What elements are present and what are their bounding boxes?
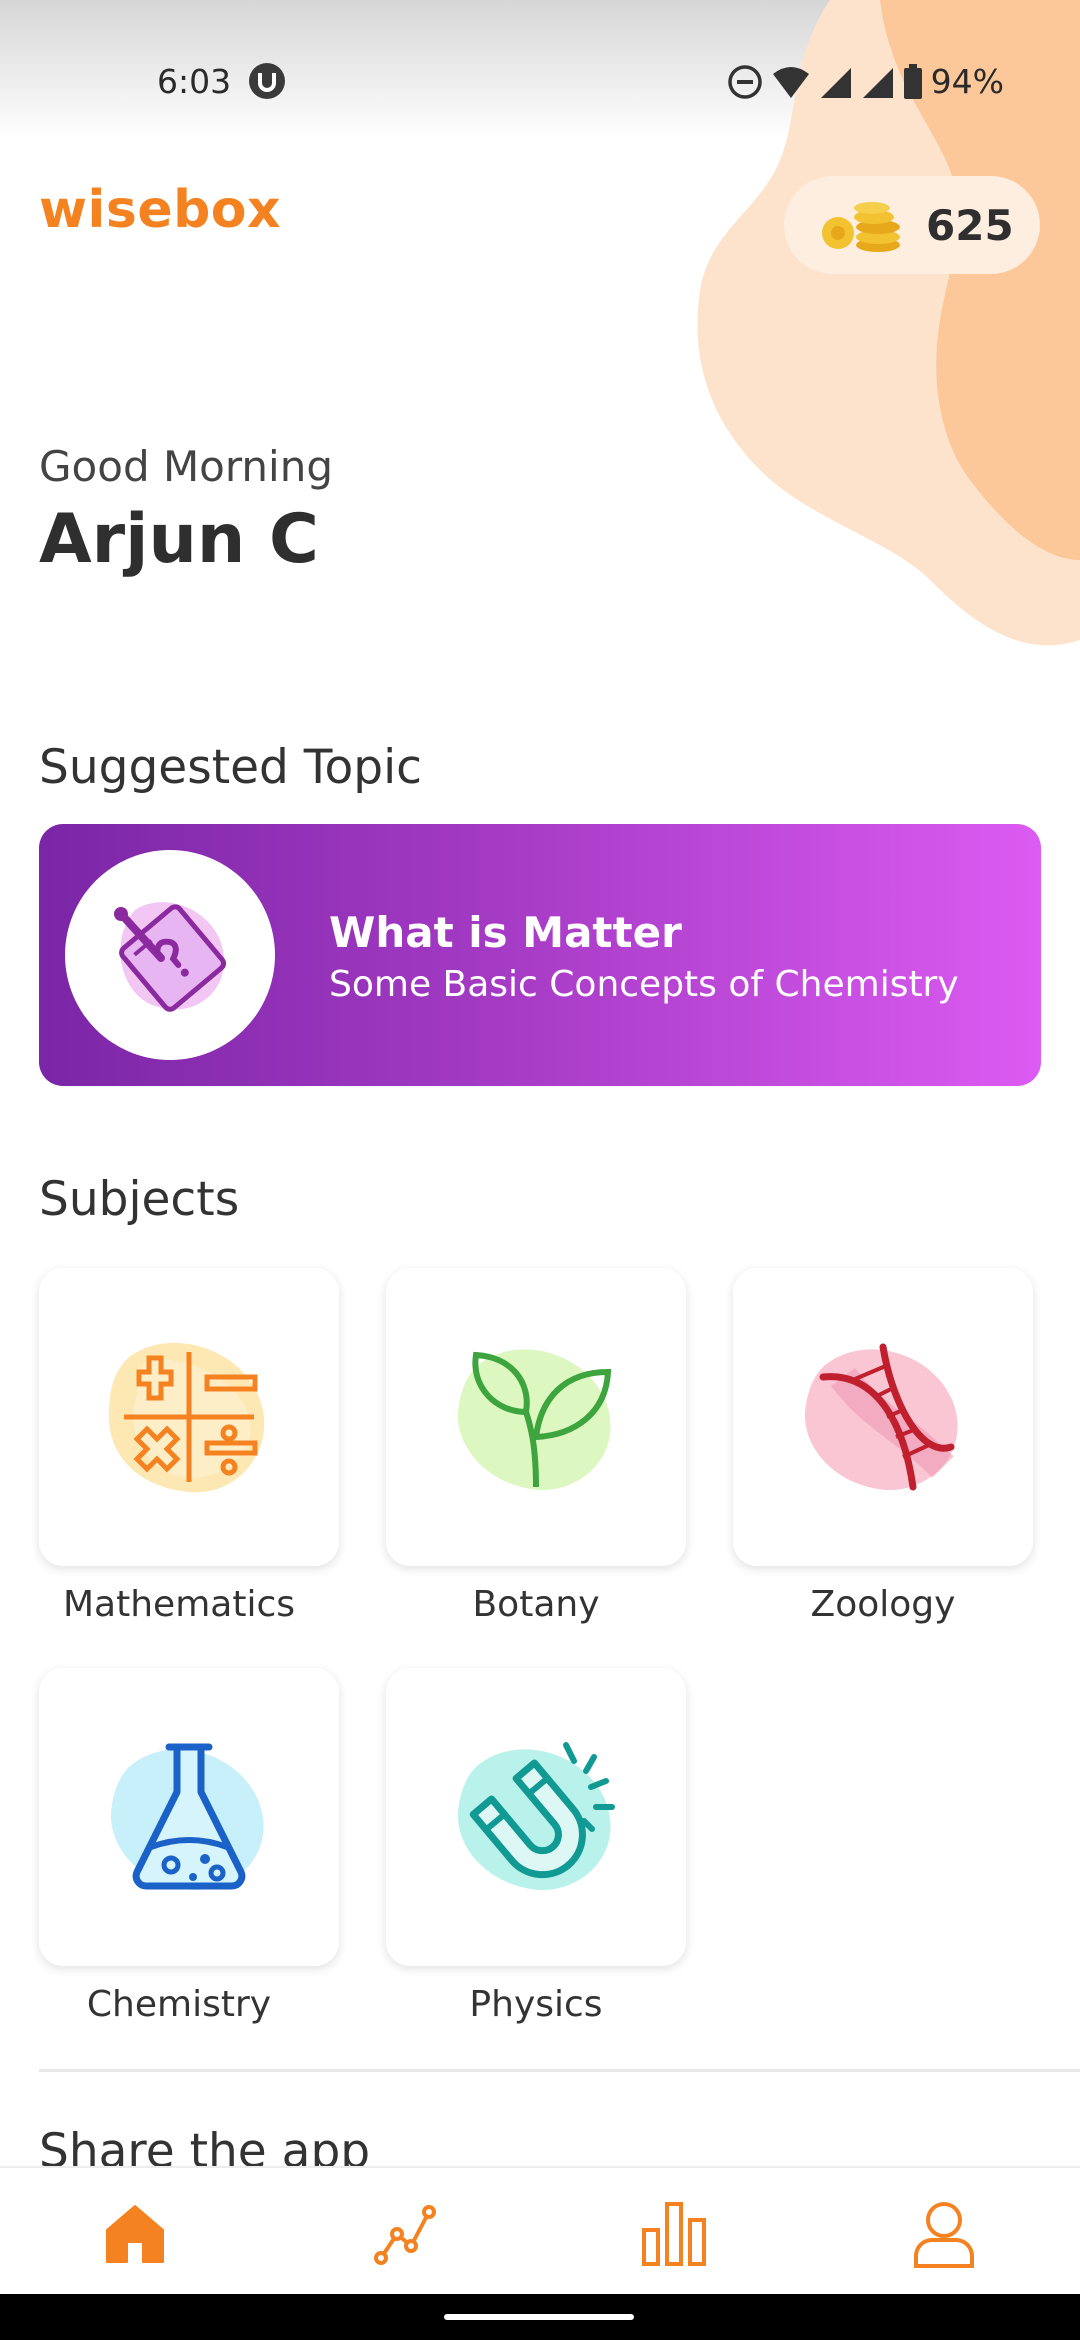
nav-leaderboard[interactable]	[638, 2198, 710, 2270]
status-icons: 94%	[727, 62, 1004, 101]
battery-percent: 94%	[930, 62, 1004, 101]
nav-profile[interactable]	[908, 2198, 980, 2270]
coins-icon	[822, 202, 900, 252]
coins-badge[interactable]: 625	[784, 176, 1040, 274]
subject-label-physics: Physics	[469, 1984, 603, 2025]
subject-tile-zoology[interactable]	[733, 1268, 1033, 1566]
signal-icon-2	[862, 67, 893, 98]
status-bar: 6:03 94%	[0, 58, 1080, 108]
battery-icon	[903, 63, 922, 99]
quiz-worksheet-icon	[114, 902, 227, 1012]
subject-label-zoology: Zoology	[810, 1584, 956, 1625]
subject-label-mathematics: Mathematics	[63, 1584, 295, 1625]
app-logo: wisebox	[39, 180, 282, 240]
topic-title: What is Matter	[329, 908, 682, 957]
do-not-disturb-icon	[727, 64, 762, 99]
topic-icon-circle	[65, 850, 275, 1060]
leaderboard-icon	[642, 2202, 706, 2266]
magnet-icon	[457, 1742, 615, 1891]
user-name: Arjun C	[39, 500, 319, 579]
dna-icon	[804, 1343, 958, 1491]
math-symbols-icon	[109, 1342, 265, 1493]
subject-label-botany: Botany	[472, 1584, 600, 1625]
gesture-handle[interactable]	[444, 2314, 634, 2320]
shield-notification-icon	[249, 63, 285, 99]
status-time: 6:03	[157, 62, 232, 101]
topic-subtitle: Some Basic Concepts of Chemistry	[329, 964, 959, 1005]
coin-count: 625	[926, 200, 1014, 250]
progress-line-icon	[374, 2205, 436, 2265]
suggested-topic-card[interactable]: What is Matter Some Basic Concepts of Ch…	[39, 824, 1041, 1086]
profile-icon	[914, 2202, 974, 2268]
subject-tile-mathematics[interactable]	[39, 1268, 339, 1566]
nav-home[interactable]	[99, 2198, 171, 2270]
home-icon	[106, 2205, 164, 2263]
nav-progress[interactable]	[369, 2198, 441, 2270]
bottom-navigation	[0, 2166, 1080, 2294]
system-gesture-bar	[0, 2294, 1080, 2340]
subject-tile-chemistry[interactable]	[39, 1668, 339, 1966]
subject-label-chemistry: Chemistry	[86, 1984, 272, 2025]
section-divider	[39, 2069, 1080, 2072]
greeting-text: Good Morning	[39, 442, 333, 491]
plant-sprout-icon	[457, 1349, 612, 1491]
subject-tile-physics[interactable]	[386, 1668, 686, 1966]
subjects-heading: Subjects	[39, 1172, 240, 1227]
subject-tile-botany[interactable]	[386, 1268, 686, 1566]
suggested-topic-heading: Suggested Topic	[39, 740, 423, 795]
wifi-icon	[772, 66, 809, 98]
signal-icon	[820, 67, 851, 98]
flask-icon	[110, 1743, 264, 1891]
